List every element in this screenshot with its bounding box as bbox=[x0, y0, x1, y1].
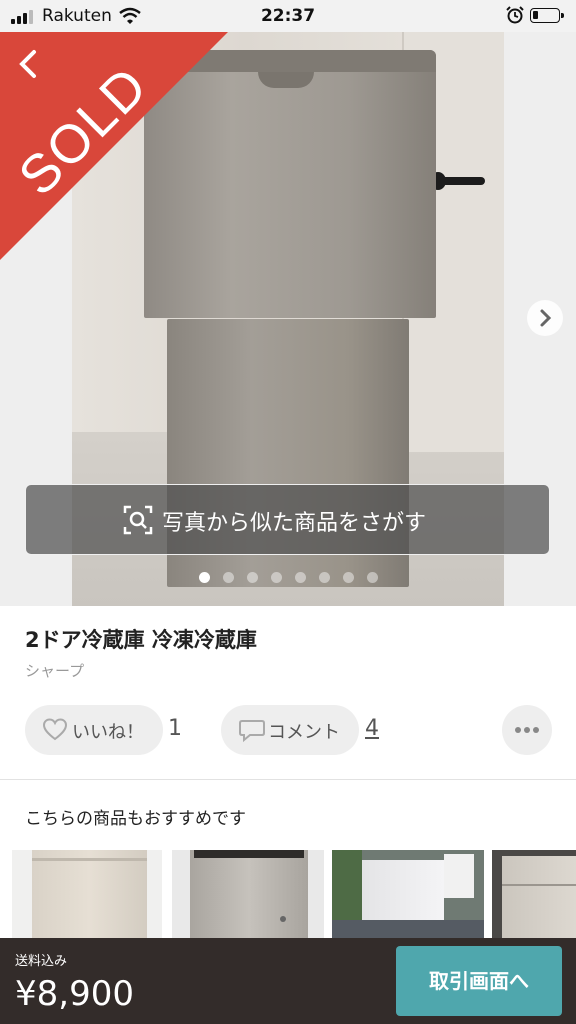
price: ¥8,900 bbox=[15, 974, 134, 1014]
image-search-icon bbox=[123, 505, 153, 535]
image-search-label: 写真から似た商品をさがす bbox=[162, 511, 427, 536]
carousel-indicator bbox=[0, 572, 576, 584]
transaction-screen-button[interactable]: 取引画面へ bbox=[396, 946, 562, 1016]
next-photo-button[interactable] bbox=[527, 300, 563, 336]
recommended-item-thumbnail[interactable] bbox=[332, 850, 484, 938]
like-label: いいね！ bbox=[72, 722, 144, 743]
comment-icon bbox=[239, 720, 265, 743]
comment-label: コメント bbox=[268, 722, 340, 743]
carousel-dot[interactable] bbox=[318, 572, 330, 583]
clock: 22:37 bbox=[260, 6, 316, 26]
heart-icon bbox=[42, 718, 68, 741]
carousel-dot[interactable] bbox=[270, 572, 282, 583]
image-search-button[interactable]: 写真から似た商品をさがす bbox=[25, 484, 550, 555]
like-button[interactable]: いいね！ bbox=[25, 705, 163, 755]
product-title: 2ドア冷蔵庫 冷凍冷蔵庫 bbox=[25, 628, 257, 652]
more-dots-icon bbox=[515, 727, 539, 733]
battery-icon bbox=[530, 8, 564, 23]
chevron-right-icon bbox=[540, 309, 552, 327]
carousel-dot[interactable] bbox=[222, 572, 234, 583]
carousel-dot[interactable] bbox=[198, 572, 210, 583]
divider bbox=[0, 779, 576, 780]
status-bar: Rakuten 22:37 bbox=[0, 0, 576, 32]
recommended-item-thumbnail[interactable] bbox=[12, 850, 162, 938]
carousel-dot[interactable] bbox=[342, 572, 354, 583]
shipping-label: 送料込み bbox=[15, 954, 68, 969]
product-brand[interactable]: シャープ bbox=[25, 660, 84, 681]
alarm-icon bbox=[506, 6, 524, 24]
carousel-dot[interactable] bbox=[246, 572, 258, 583]
comment-count[interactable]: 4 bbox=[365, 716, 379, 741]
door-handle bbox=[430, 177, 485, 185]
bottom-bar: 送料込み ¥8,900 取引画面へ bbox=[0, 938, 576, 1024]
recommended-item-thumbnail[interactable] bbox=[172, 850, 324, 938]
carousel-dot[interactable] bbox=[294, 572, 306, 583]
comment-button[interactable]: コメント bbox=[221, 705, 359, 755]
back-arrow-icon[interactable] bbox=[16, 48, 40, 80]
more-options-button[interactable] bbox=[502, 705, 552, 755]
recommended-item-thumbnail[interactable] bbox=[492, 850, 576, 938]
carousel-dot[interactable] bbox=[366, 572, 378, 583]
recommendations-title: こちらの商品もおすすめです bbox=[25, 809, 246, 829]
like-count: 1 bbox=[168, 716, 182, 741]
